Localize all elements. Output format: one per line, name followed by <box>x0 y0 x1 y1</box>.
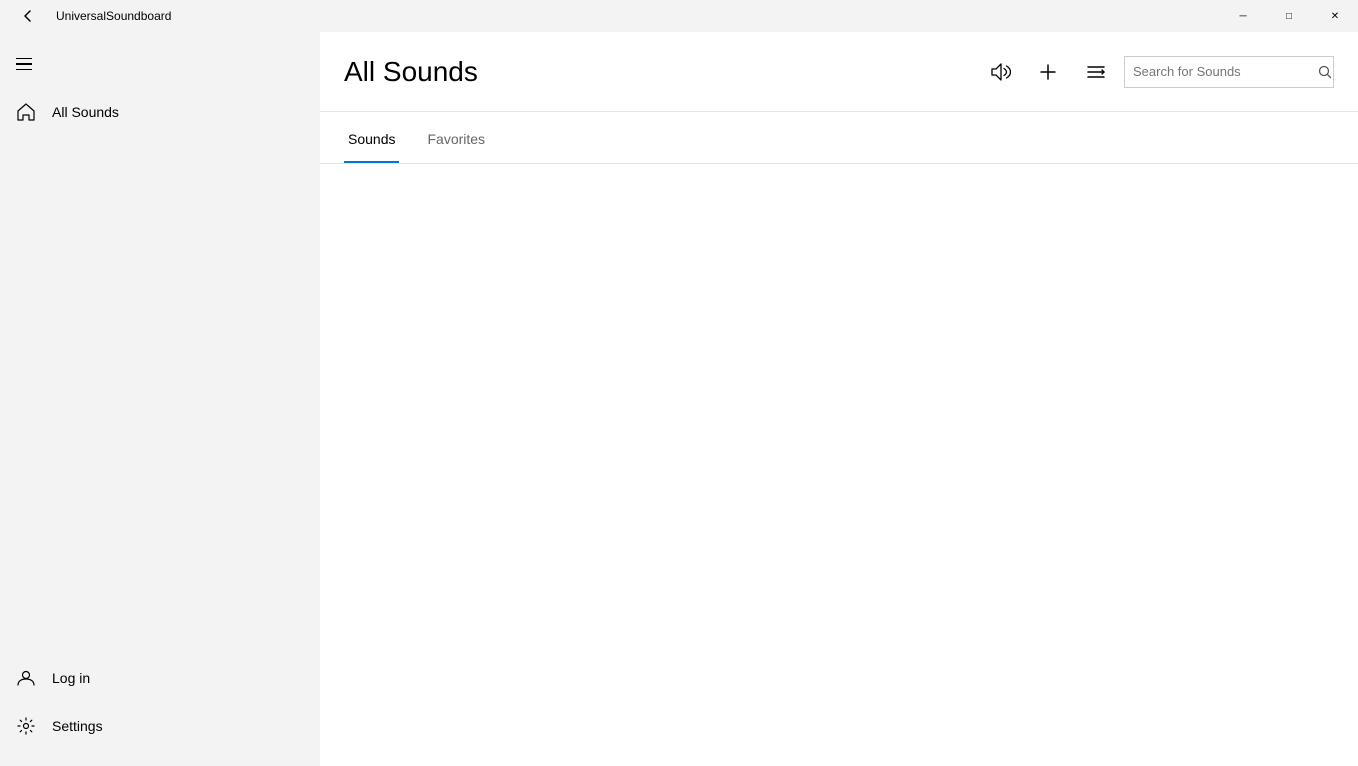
sidebar: All Sounds Log in <box>0 32 320 766</box>
header-actions <box>980 52 1334 92</box>
content-area <box>320 164 1358 766</box>
tab-sounds[interactable]: Sounds <box>344 115 399 163</box>
sidebar-item-label-all-sounds: All Sounds <box>52 104 119 120</box>
person-icon <box>16 669 36 687</box>
search-box <box>1124 56 1334 88</box>
page-title: All Sounds <box>344 56 478 88</box>
sidebar-top: All Sounds <box>0 32 320 144</box>
sidebar-item-label-login: Log in <box>52 670 90 686</box>
volume-button[interactable] <box>980 52 1020 92</box>
app-layout: All Sounds Log in <box>0 32 1358 766</box>
sidebar-item-settings[interactable]: Settings <box>0 702 320 750</box>
list-view-button[interactable] <box>1076 52 1116 92</box>
tab-favorites[interactable]: Favorites <box>423 115 489 163</box>
list-icon <box>1086 62 1106 82</box>
sidebar-bottom: Log in Settings <box>0 654 320 766</box>
search-input[interactable] <box>1125 64 1317 79</box>
sidebar-item-label-settings: Settings <box>52 718 103 734</box>
search-button[interactable] <box>1317 56 1333 88</box>
app-title: UniversalSoundboard <box>56 9 171 23</box>
window-controls: ─ □ ✕ <box>1220 0 1358 32</box>
main-content: All Sounds <box>320 32 1358 766</box>
back-icon <box>22 10 34 22</box>
plus-icon <box>1038 62 1058 82</box>
search-icon <box>1318 65 1332 79</box>
volume-icon <box>989 61 1011 83</box>
minimize-button[interactable]: ─ <box>1220 0 1266 32</box>
maximize-button[interactable]: □ <box>1266 0 1312 32</box>
sidebar-item-all-sounds[interactable]: All Sounds <box>0 88 320 136</box>
gear-icon <box>16 717 36 735</box>
home-icon <box>16 103 36 121</box>
add-button[interactable] <box>1028 52 1068 92</box>
content-header: All Sounds <box>320 32 1358 112</box>
close-button[interactable]: ✕ <box>1312 0 1358 32</box>
title-bar-left: UniversalSoundboard <box>8 0 171 32</box>
tabs-area: Sounds Favorites <box>320 112 1358 164</box>
title-bar: UniversalSoundboard ─ □ ✕ <box>0 0 1358 32</box>
hamburger-icon <box>16 58 32 71</box>
hamburger-button[interactable] <box>0 44 48 84</box>
back-button[interactable] <box>8 0 48 32</box>
sidebar-item-login[interactable]: Log in <box>0 654 320 702</box>
